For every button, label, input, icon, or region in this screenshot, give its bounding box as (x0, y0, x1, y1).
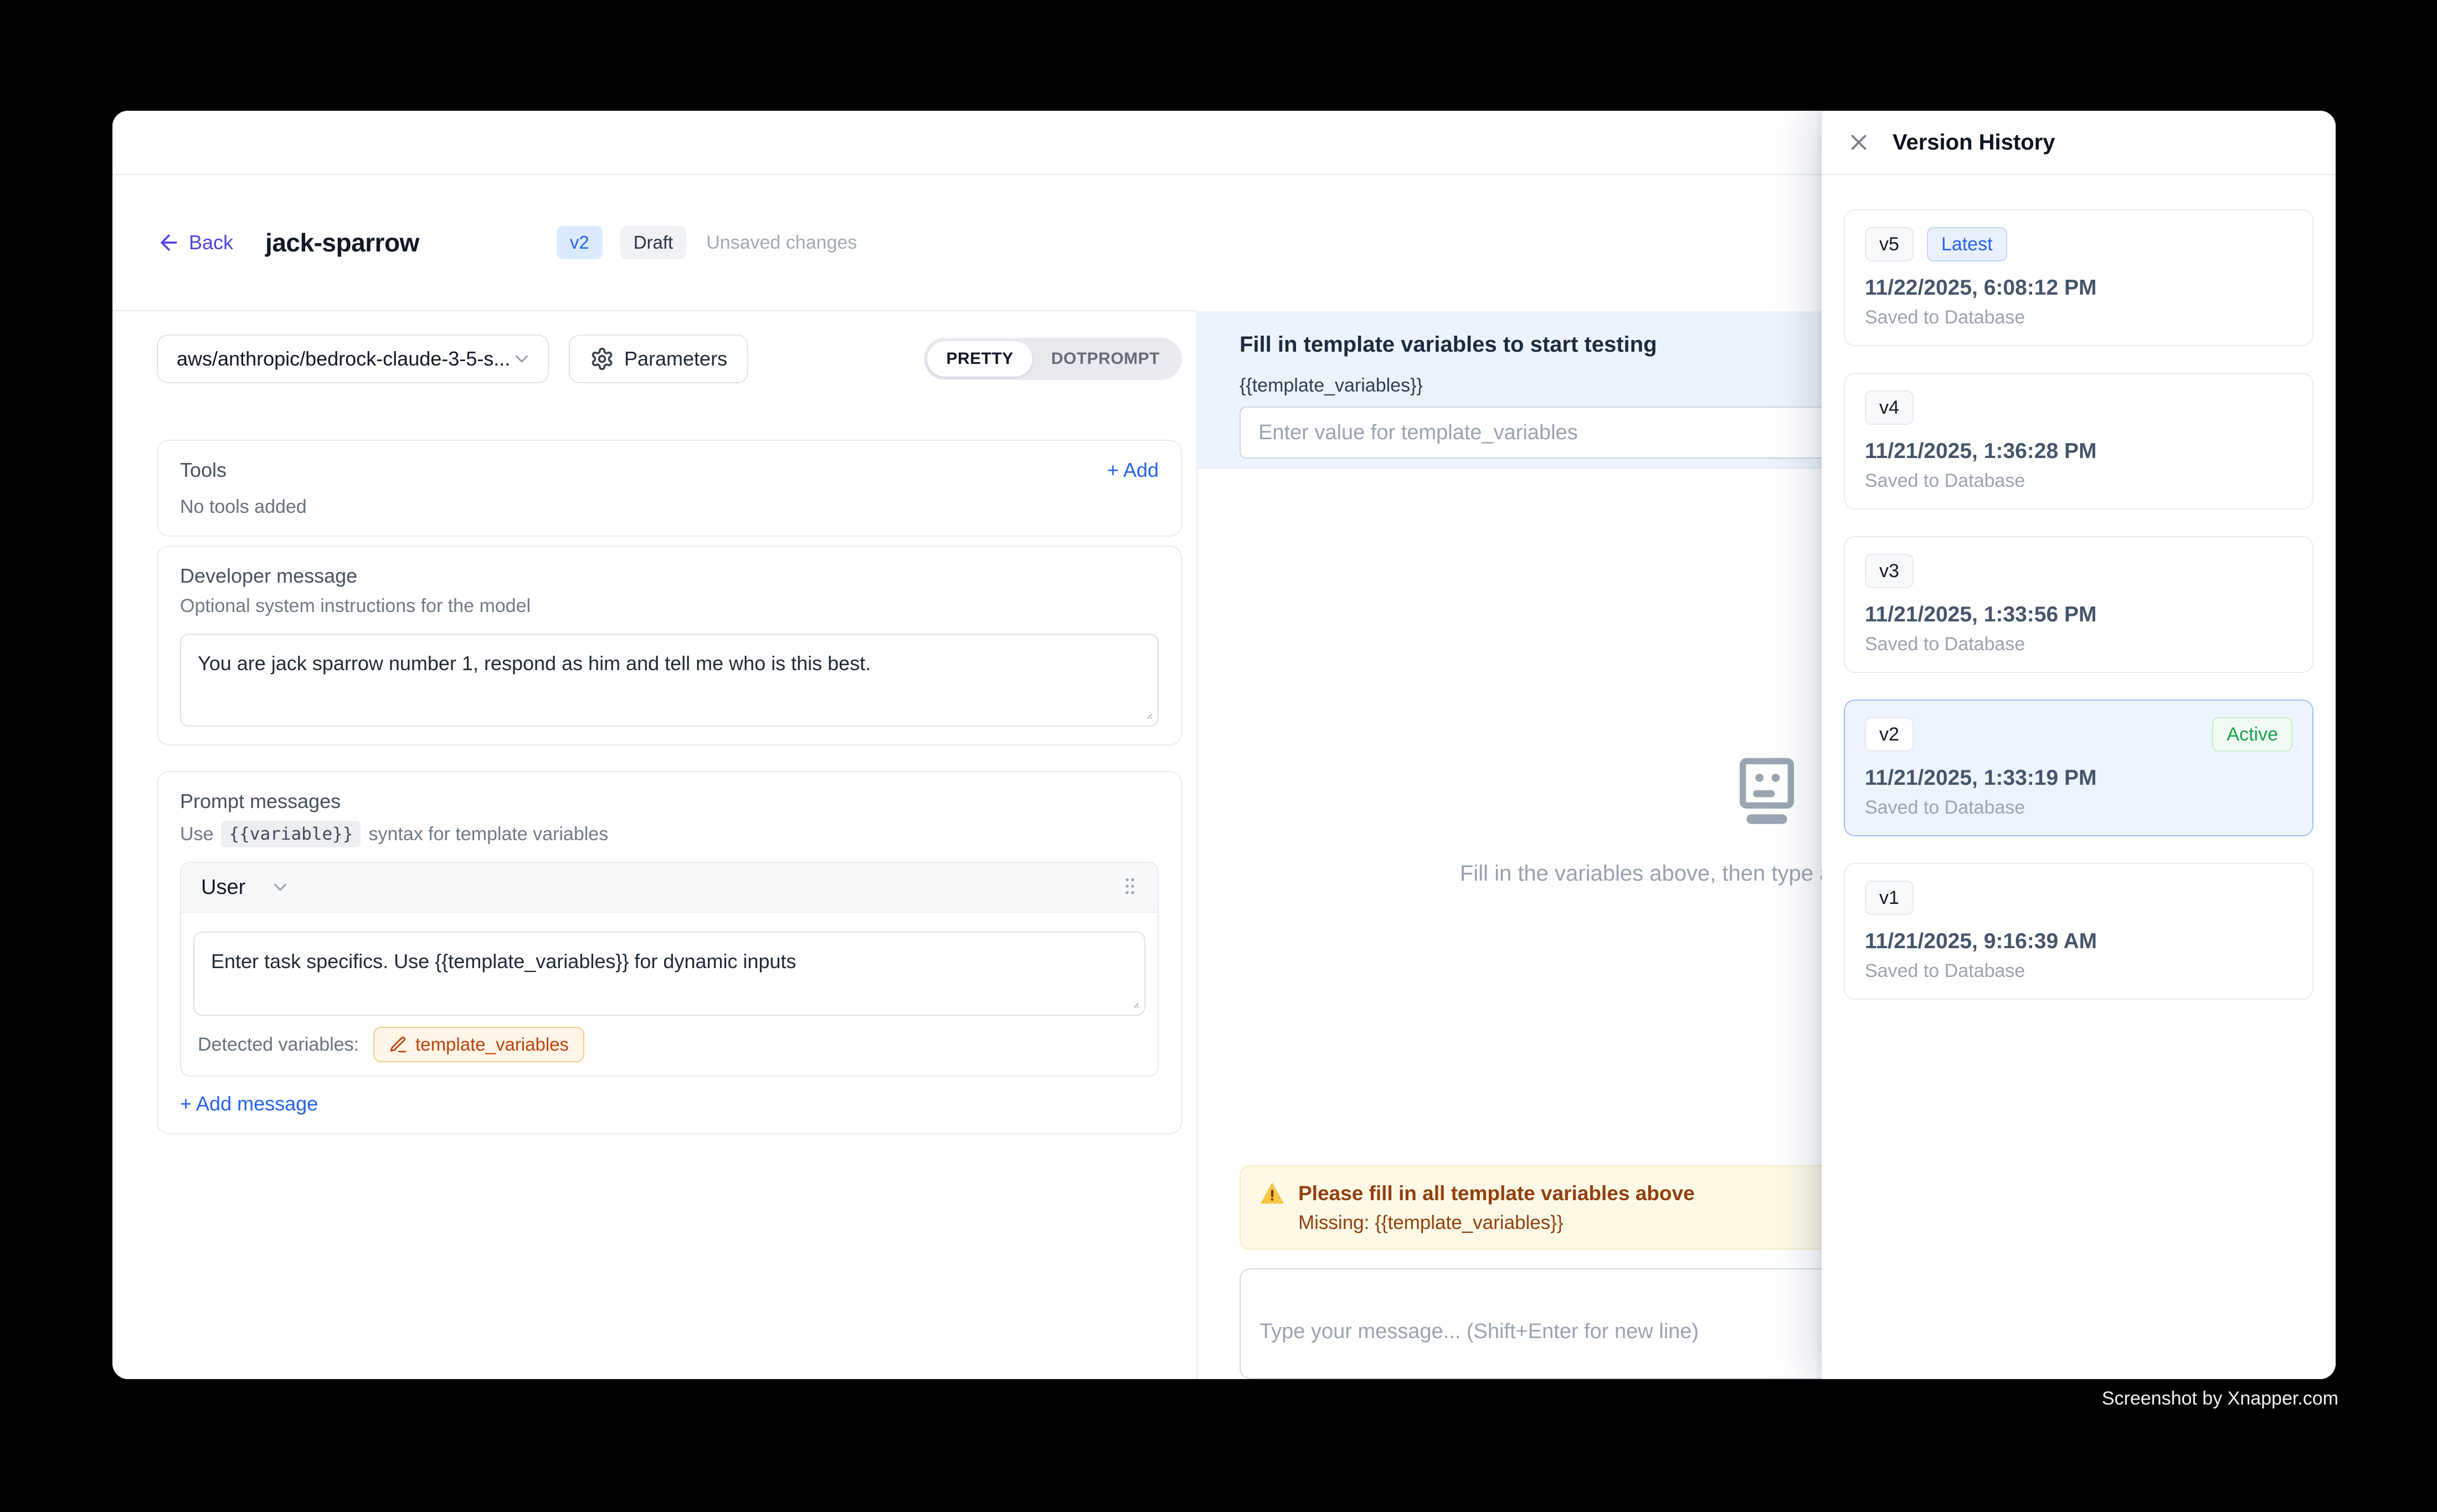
subtitle-prefix: Use (180, 824, 213, 845)
parameters-label: Parameters (624, 347, 727, 371)
version-saved-status: Saved to Database (1865, 634, 2292, 655)
close-icon[interactable] (1846, 130, 1872, 155)
chevron-down-icon (511, 348, 532, 369)
version-badge: v3 (1865, 554, 1914, 588)
resize-handle-icon[interactable] (1139, 706, 1153, 720)
version-saved-status: Saved to Database (1865, 470, 2292, 492)
version-card[interactable]: v5 Latest 11/22/2025, 6:08:12 PM Saved to D… (1844, 209, 2313, 346)
bot-icon (1723, 748, 1811, 837)
detected-variables-row: Detected variables: template_variables (198, 1027, 1141, 1062)
add-message-button[interactable]: + Add message (180, 1092, 318, 1115)
prompt-message-block: User Enter task specifics. Use {{templat… (180, 862, 1159, 1077)
version-date: 11/21/2025, 1:33:19 PM (1865, 766, 2292, 790)
version-history-panel: Version History v5 Latest 11/22/2025, 6:08… (1822, 111, 2336, 1379)
prompt-messages-subtitle: Use {{variable}} syntax for template var… (180, 821, 1159, 847)
format-toggle: PRETTY DOTPROMPT (924, 338, 1182, 380)
developer-message-textarea[interactable]: You are jack sparrow number 1, respond a… (180, 634, 1159, 727)
resize-handle-icon[interactable] (1125, 995, 1140, 1009)
prompt-message-body: Enter task specifics. Use {{template_var… (181, 913, 1158, 1076)
chevron-down-icon (270, 877, 291, 898)
tools-card: Tools + Add No tools added (157, 440, 1182, 537)
model-selector[interactable]: aws/anthropic/bedrock-claude-3-5-s... (157, 335, 549, 383)
version-date: 11/21/2025, 1:36:28 PM (1865, 439, 2292, 464)
version-list: v5 Latest 11/22/2025, 6:08:12 PM Saved to D… (1822, 175, 2336, 1000)
editor-body: aws/anthropic/bedrock-claude-3-5-s... Pa… (112, 311, 1196, 1134)
tools-title: Tools (180, 459, 227, 482)
back-label: Back (189, 231, 233, 254)
add-tool-button[interactable]: + Add (1107, 459, 1159, 482)
prompt-messages-title: Prompt messages (180, 790, 1159, 813)
model-row: aws/anthropic/bedrock-claude-3-5-s... Pa… (157, 335, 1182, 383)
user-message-textarea[interactable]: Enter task specifics. Use {{template_var… (193, 932, 1145, 1016)
gear-icon (590, 347, 614, 371)
version-badge: v2 (1865, 717, 1914, 752)
prompt-message-header: User (181, 863, 1158, 913)
version-saved-status: Saved to Database (1865, 960, 2292, 982)
latest-status-badge: Latest (1927, 227, 2007, 261)
role-value: User (201, 876, 245, 899)
version-card[interactable]: v1 11/21/2025, 9:16:39 AM Saved to Databas… (1844, 863, 2313, 1000)
pencil-icon (389, 1035, 408, 1054)
editor-header: Back jack-sparrow v2 Draft Unsaved chang… (112, 175, 1196, 311)
version-history-header: Version History (1822, 111, 2336, 175)
draft-badge: Draft (620, 226, 687, 259)
template-variable-chip[interactable]: template_variables (373, 1027, 584, 1062)
version-badge: v4 (1865, 390, 1914, 425)
version-badge: v2 (557, 226, 603, 259)
format-option-pretty[interactable]: PRETTY (927, 341, 1032, 377)
version-date: 11/22/2025, 6:08:12 PM (1865, 276, 2292, 300)
back-arrow-icon (157, 230, 181, 255)
active-status-badge: Active (2212, 717, 2292, 752)
version-saved-status: Saved to Database (1865, 797, 2292, 819)
developer-message-title: Developer message (180, 564, 1159, 588)
version-saved-status: Saved to Database (1865, 307, 2292, 328)
panel-divider (1196, 311, 1197, 1379)
warning-title: Please fill in all template variables ab… (1298, 1182, 1695, 1205)
detected-variables-label: Detected variables: (198, 1034, 359, 1056)
page-title: jack-sparrow (265, 228, 419, 258)
version-badge: v1 (1865, 881, 1914, 915)
version-card[interactable]: v2 Active 11/21/2025, 1:33:19 PM Saved to D… (1844, 700, 2313, 836)
version-date: 11/21/2025, 1:33:56 PM (1865, 603, 2292, 627)
version-badge: v5 (1865, 227, 1914, 261)
variable-syntax-chip: {{variable}} (221, 821, 361, 847)
role-selector[interactable]: User (201, 876, 291, 899)
drag-handle[interactable] (1119, 875, 1141, 900)
version-date: 11/21/2025, 9:16:39 AM (1865, 929, 2292, 954)
prompt-messages-card: Prompt messages Use {{variable}} syntax … (157, 771, 1182, 1134)
watermark: Screenshot by Xnapper.com (2102, 1388, 2338, 1410)
back-button[interactable]: Back (157, 230, 233, 255)
unsaved-changes-label: Unsaved changes (706, 232, 857, 254)
tools-empty-text: No tools added (180, 496, 1159, 518)
template-variable-chip-label: template_variables (415, 1034, 569, 1055)
format-option-dotprompt[interactable]: DOTPROMPT (1032, 341, 1179, 377)
developer-message-subtitle: Optional system instructions for the mod… (180, 595, 1159, 617)
version-card[interactable]: v4 11/21/2025, 1:36:28 PM Saved to Databas… (1844, 373, 2313, 510)
model-selector-value: aws/anthropic/bedrock-claude-3-5-s... (177, 347, 511, 371)
prompt-editor-panel: Back jack-sparrow v2 Draft Unsaved chang… (112, 175, 1196, 1379)
warning-icon (1259, 1181, 1285, 1206)
version-card[interactable]: v3 11/21/2025, 1:33:56 PM Saved to Databas… (1844, 536, 2313, 673)
app-window: Back jack-sparrow v2 Draft Unsaved chang… (112, 111, 2336, 1379)
grip-dots-icon (1119, 875, 1141, 897)
parameters-button[interactable]: Parameters (569, 335, 748, 383)
developer-message-card: Developer message Optional system instru… (157, 546, 1182, 745)
subtitle-suffix: syntax for template variables (368, 824, 608, 845)
version-history-title: Version History (1893, 130, 2055, 155)
